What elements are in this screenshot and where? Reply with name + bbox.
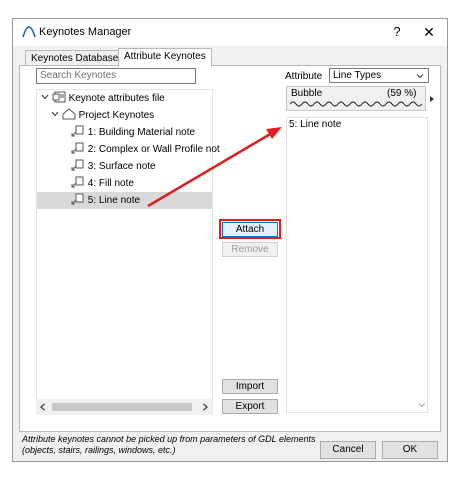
annotation-arrow <box>147 127 282 208</box>
tab-attribute-keynotes[interactable]: Attribute Keynotes <box>118 48 212 67</box>
